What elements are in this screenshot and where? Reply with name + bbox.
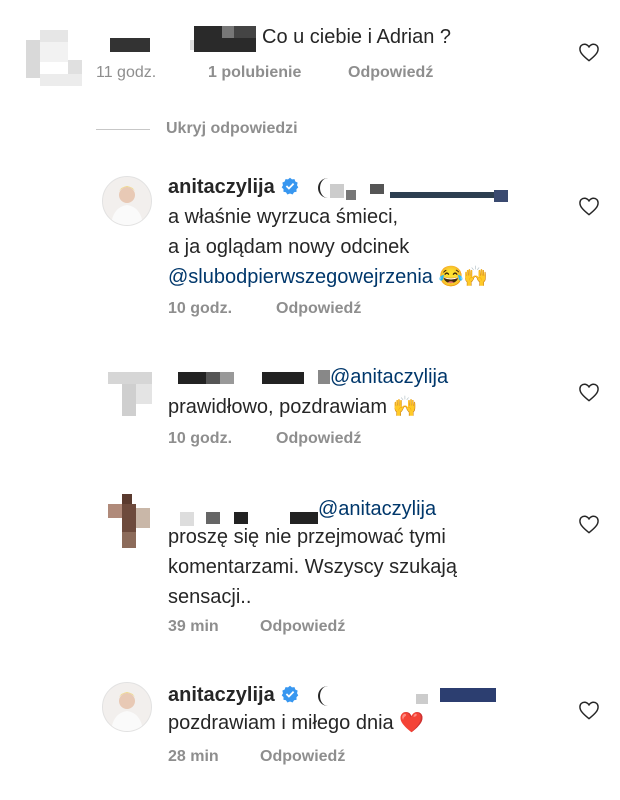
heart-emoji: ❤️ [399, 712, 425, 734]
divider [96, 129, 150, 130]
mention-link[interactable]: @anitaczylija [318, 494, 436, 524]
reply-button[interactable]: Odpowiedź [260, 748, 345, 766]
timestamp: 10 godz. [168, 300, 233, 317]
emoji: 🙌 [392, 396, 418, 418]
reply-button[interactable]: Odpowiedź [276, 300, 361, 318]
verified-badge-icon [281, 685, 298, 703]
avatar[interactable] [102, 682, 152, 732]
emoji: 😂🙌 [438, 266, 489, 288]
reply-button[interactable]: Odpowiedź [348, 64, 433, 82]
comment-text: Co u ciebie i Adrian ? [262, 26, 452, 48]
mention-link[interactable]: @anitaczylija [330, 362, 448, 392]
hashtag-link[interactable]: @slubodpierwszegowejrzenia [168, 266, 433, 288]
comment-line: komentarzami. Wszyscy szukają [168, 556, 457, 578]
heart-outline-icon[interactable] [578, 42, 600, 62]
username[interactable]: anitaczylija [168, 684, 275, 706]
comment-line: @slubodpierwszegowejrzenia 😂🙌 [168, 262, 488, 292]
comment-line: pozdrawiam i miłego dnia ❤️ [168, 708, 424, 738]
comment-text: prawidłowo, pozdrawiam [168, 396, 387, 418]
timestamp: 11 godz. [96, 64, 157, 81]
comment-meta: 11 godz. [96, 64, 156, 82]
comment-line: sensacji.. [168, 586, 252, 608]
reply-button[interactable]: Odpowiedź [276, 430, 361, 448]
comment-line: proszę się nie przejmować tymi [168, 526, 446, 548]
comment-line: a ja oglądam nowy odcinek [168, 236, 410, 258]
heart-outline-icon[interactable] [578, 196, 600, 216]
timestamp: 28 min [168, 748, 219, 765]
avatar[interactable] [26, 30, 82, 86]
comment-line: a właśnie wyrzuca śmieci, [168, 206, 399, 228]
heart-outline-icon[interactable] [578, 514, 600, 534]
hide-replies-button[interactable]: Ukryj odpowiedzi [166, 120, 298, 138]
heart-outline-icon[interactable] [578, 382, 600, 402]
username[interactable]: anitaczylija [168, 176, 275, 198]
timestamp: 10 godz. [168, 430, 233, 447]
reply-button[interactable]: Odpowiedź [260, 618, 345, 636]
avatar[interactable] [102, 176, 152, 226]
avatar[interactable] [108, 494, 152, 550]
avatar[interactable] [108, 372, 152, 416]
reply-header: anitaczylija [168, 172, 299, 202]
likes-count[interactable]: 1 polubienie [208, 64, 301, 82]
timestamp: 39 min [168, 618, 219, 635]
reply-header: anitaczylija [168, 680, 299, 710]
comment-line: prawidłowo, pozdrawiam 🙌 [168, 392, 417, 422]
heart-outline-icon[interactable] [578, 700, 600, 720]
comment-text: pozdrawiam i miłego dnia [168, 712, 394, 734]
verified-badge-icon [281, 177, 298, 195]
